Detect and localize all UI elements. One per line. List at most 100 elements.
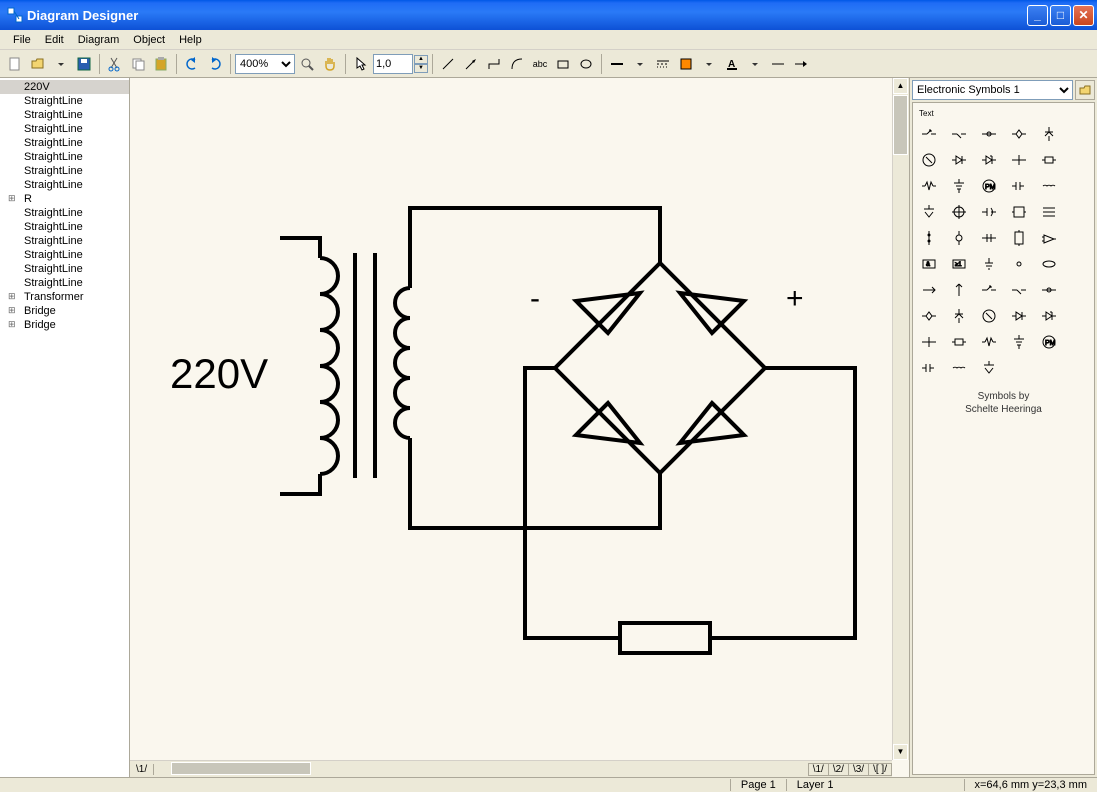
zoom-fit-button[interactable] bbox=[296, 53, 318, 75]
object-tree[interactable]: 220VStraightLineStraightLineStraightLine… bbox=[0, 78, 130, 777]
tree-item[interactable]: Bridge bbox=[0, 318, 129, 332]
pan-button[interactable] bbox=[319, 53, 341, 75]
vertical-scrollbar[interactable]: ▲ ▼ bbox=[892, 78, 909, 760]
zoom-select[interactable]: 400% bbox=[235, 54, 295, 74]
linewidth-input[interactable] bbox=[373, 54, 413, 74]
symbol-item[interactable] bbox=[1039, 150, 1059, 170]
symbol-item[interactable] bbox=[919, 280, 939, 300]
symbol-item[interactable] bbox=[979, 280, 999, 300]
symbol-item[interactable] bbox=[1039, 176, 1059, 196]
page-tabs[interactable]: \1/ \2/ \3/ \[ ]/ bbox=[809, 763, 892, 776]
symbol-item[interactable] bbox=[1009, 228, 1029, 248]
fillcolor-dropdown[interactable] bbox=[698, 53, 720, 75]
canvas[interactable]: 220V - + ▲ ▼ \1/ \1/ \2/ \3/ \[ ]/ bbox=[130, 78, 910, 777]
symbol-item[interactable] bbox=[979, 124, 999, 144]
menu-object[interactable]: Object bbox=[126, 32, 172, 48]
cut-button[interactable] bbox=[104, 53, 126, 75]
line-tool[interactable] bbox=[437, 53, 459, 75]
linecolor-dropdown[interactable] bbox=[629, 53, 651, 75]
symbol-item[interactable] bbox=[949, 124, 969, 144]
tree-item[interactable]: StraightLine bbox=[0, 276, 129, 290]
page-tab-1[interactable]: \1/ bbox=[808, 763, 829, 776]
copy-button[interactable] bbox=[127, 53, 149, 75]
linestyle-button[interactable] bbox=[652, 53, 674, 75]
symbol-item[interactable] bbox=[1009, 202, 1029, 222]
symbol-item[interactable] bbox=[919, 150, 939, 170]
symbol-item[interactable] bbox=[949, 358, 969, 378]
page-tab-new[interactable]: \[ ]/ bbox=[868, 763, 892, 776]
symbol-item[interactable] bbox=[1009, 332, 1029, 352]
tree-item[interactable]: StraightLine bbox=[0, 94, 129, 108]
minimize-button[interactable]: _ bbox=[1027, 5, 1048, 26]
tree-item[interactable]: R bbox=[0, 192, 129, 206]
redo-button[interactable] bbox=[204, 53, 226, 75]
symbol-item[interactable] bbox=[1039, 202, 1059, 222]
linewidth-spinner[interactable]: ▲▼ bbox=[414, 55, 428, 73]
arrowstart-button[interactable] bbox=[767, 53, 789, 75]
arrowend-button[interactable] bbox=[790, 53, 812, 75]
fillcolor-button[interactable] bbox=[675, 53, 697, 75]
tree-item[interactable]: Bridge bbox=[0, 304, 129, 318]
textcolor-button[interactable]: A bbox=[721, 53, 743, 75]
tree-item[interactable]: StraightLine bbox=[0, 220, 129, 234]
symbol-item[interactable] bbox=[1039, 254, 1059, 274]
arrow-tool[interactable] bbox=[460, 53, 482, 75]
symbol-item[interactable] bbox=[979, 358, 999, 378]
template-options-button[interactable] bbox=[1075, 80, 1095, 100]
symbol-item[interactable] bbox=[1009, 254, 1029, 274]
paste-button[interactable] bbox=[150, 53, 172, 75]
tree-item[interactable]: 220V bbox=[0, 80, 129, 94]
symbol-item[interactable] bbox=[979, 150, 999, 170]
symbol-item[interactable] bbox=[1039, 124, 1059, 144]
tree-item[interactable]: StraightLine bbox=[0, 108, 129, 122]
tree-item[interactable]: StraightLine bbox=[0, 234, 129, 248]
open-button[interactable] bbox=[27, 53, 49, 75]
symbol-item[interactable] bbox=[919, 202, 939, 222]
template-body[interactable]: Text PM&≥1PM Symbols by Schelte Heeringa bbox=[912, 102, 1095, 775]
symbol-item[interactable] bbox=[949, 280, 969, 300]
tree-item[interactable]: StraightLine bbox=[0, 164, 129, 178]
symbol-item[interactable] bbox=[979, 202, 999, 222]
tree-item[interactable]: StraightLine bbox=[0, 248, 129, 262]
save-button[interactable] bbox=[73, 53, 95, 75]
symbol-item[interactable] bbox=[949, 228, 969, 248]
textcolor-dropdown[interactable] bbox=[744, 53, 766, 75]
template-select[interactable]: Electronic Symbols 1 bbox=[912, 80, 1073, 100]
symbol-item[interactable] bbox=[949, 306, 969, 326]
symbol-item[interactable] bbox=[1009, 150, 1029, 170]
symbol-item[interactable] bbox=[1009, 176, 1029, 196]
symbol-item[interactable] bbox=[1009, 306, 1029, 326]
menu-help[interactable]: Help bbox=[172, 32, 209, 48]
symbol-item[interactable] bbox=[919, 306, 939, 326]
symbol-item[interactable] bbox=[1039, 306, 1059, 326]
symbol-item[interactable] bbox=[1039, 280, 1059, 300]
rect-tool[interactable] bbox=[552, 53, 574, 75]
tree-item[interactable]: StraightLine bbox=[0, 136, 129, 150]
symbol-item[interactable]: & bbox=[919, 254, 939, 274]
symbol-item[interactable] bbox=[949, 176, 969, 196]
text-symbol[interactable]: Text bbox=[919, 109, 1088, 118]
close-button[interactable]: ✕ bbox=[1073, 5, 1094, 26]
page-tab-2[interactable]: \2/ bbox=[828, 763, 849, 776]
symbol-item[interactable] bbox=[1009, 280, 1029, 300]
symbol-item[interactable] bbox=[949, 332, 969, 352]
tree-item[interactable]: StraightLine bbox=[0, 206, 129, 220]
symbol-item[interactable] bbox=[919, 124, 939, 144]
symbol-item[interactable] bbox=[949, 150, 969, 170]
symbol-item[interactable] bbox=[949, 202, 969, 222]
new-button[interactable] bbox=[4, 53, 26, 75]
symbol-item[interactable] bbox=[979, 332, 999, 352]
undo-button[interactable] bbox=[181, 53, 203, 75]
menu-file[interactable]: File bbox=[6, 32, 38, 48]
symbol-item[interactable] bbox=[919, 358, 939, 378]
pointer-button[interactable] bbox=[350, 53, 372, 75]
symbol-item[interactable] bbox=[919, 228, 939, 248]
symbol-item[interactable] bbox=[979, 228, 999, 248]
symbol-item[interactable] bbox=[1039, 228, 1059, 248]
symbol-item[interactable]: PM bbox=[979, 176, 999, 196]
symbol-item[interactable] bbox=[979, 306, 999, 326]
symbol-item[interactable]: PM bbox=[1039, 332, 1059, 352]
symbol-item[interactable]: ≥1 bbox=[949, 254, 969, 274]
ellipse-tool[interactable] bbox=[575, 53, 597, 75]
page-tab-3[interactable]: \3/ bbox=[848, 763, 869, 776]
